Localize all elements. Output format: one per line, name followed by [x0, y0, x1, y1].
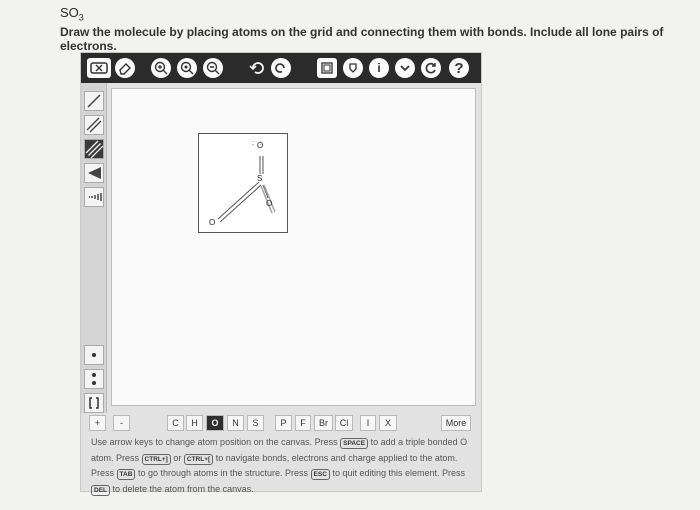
zoom-out-icon	[206, 61, 220, 75]
redo-button[interactable]	[271, 58, 291, 78]
info-button[interactable]: i	[369, 58, 389, 78]
redo-icon	[275, 63, 285, 73]
zoom-in-icon	[180, 61, 194, 75]
single-bond-tool[interactable]	[84, 91, 104, 111]
clear-canvas-button[interactable]	[87, 58, 111, 78]
view-icon	[349, 63, 357, 73]
molecule-selection-box[interactable]: : : O S O O	[198, 133, 288, 233]
molecule-editor: i ?:: O S O O + - C H O N S P F Br Cl …	[80, 52, 482, 496]
atom-top-oxygen[interactable]: O	[257, 141, 263, 150]
question-instructions: Draw the molecule by placing atoms on th…	[60, 25, 664, 53]
chevron-down-icon	[400, 65, 410, 72]
templates-icon	[321, 62, 333, 74]
key-space: SPACE	[340, 438, 369, 449]
bracket-tool[interactable]	[84, 393, 104, 413]
key-ctrl-left-bracket: CTRL+[	[183, 453, 214, 465]
element-br-button[interactable]: Br	[314, 415, 333, 431]
key-ctrl-right-bracket: CTRL+]	[141, 453, 171, 465]
check-button[interactable]	[395, 58, 415, 78]
help-text-6: to quit editing this element. Press	[332, 468, 466, 478]
zoom-out-button[interactable]	[203, 58, 223, 78]
templates-button[interactable]	[317, 58, 337, 78]
help-text-1: Use arrow keys to change atom position o…	[91, 437, 338, 447]
clear-canvas-icon	[90, 62, 108, 74]
key-esc: ESC	[310, 469, 330, 480]
element-i-button[interactable]: I	[360, 415, 376, 431]
element-h-button[interactable]: H	[186, 415, 203, 431]
formula-base: SO	[60, 5, 79, 20]
element-cl-button[interactable]: Cl	[335, 415, 353, 431]
lone-pair-tool[interactable]	[84, 369, 104, 389]
lone-pair-icon	[92, 373, 96, 385]
editor-toolbar: i ?	[81, 53, 481, 83]
more-elements-button[interactable]: More	[441, 415, 471, 431]
element-bar: + - C H O N S P F Br Cl I X More	[89, 415, 477, 433]
reset-icon	[425, 62, 436, 74]
reset-button[interactable]	[421, 58, 441, 78]
drawing-canvas[interactable]: : : O S O O	[111, 88, 476, 406]
hash-bond-icon	[89, 193, 102, 201]
wedge-bond-tool[interactable]	[84, 163, 104, 183]
atom-sulfur[interactable]: S	[257, 174, 262, 183]
help-text-7: to delete the atom from the canvas.	[112, 483, 254, 494]
double-bond-icon	[86, 117, 102, 133]
key-tab: TAB	[116, 469, 136, 480]
hash-bond-tool[interactable]	[84, 187, 104, 207]
negative-charge-button[interactable]: -	[113, 415, 130, 431]
zoom-fit-button[interactable]	[151, 58, 171, 78]
element-s-button[interactable]: S	[247, 415, 264, 431]
help-text-3: or	[173, 452, 182, 463]
single-electron-tool[interactable]	[84, 345, 104, 365]
bond-tools-panel	[81, 83, 107, 413]
undo-icon	[249, 62, 264, 74]
element-o-button[interactable]: O	[206, 415, 224, 431]
single-bond-icon	[87, 94, 101, 108]
help-text-5: to go through atoms in the structure. Pr…	[137, 468, 309, 478]
keyboard-help-text: Use arrow keys to change atom position o…	[91, 435, 471, 497]
element-x-button[interactable]: X	[379, 415, 397, 431]
zoom-fit-icon	[154, 61, 168, 75]
view-button[interactable]	[343, 58, 363, 78]
formula-subscript: 3	[78, 12, 84, 23]
atom-left-oxygen[interactable]: O	[209, 218, 215, 227]
triple-bond-tool[interactable]	[84, 139, 104, 159]
bracket-icon	[89, 397, 99, 409]
atom-right-oxygen[interactable]: O	[266, 199, 272, 208]
element-f-button[interactable]: F	[295, 415, 311, 431]
eraser-button[interactable]	[115, 58, 135, 78]
key-del: DEL	[91, 484, 110, 496]
wedge-bond-icon	[88, 167, 101, 179]
undo-button[interactable]	[247, 58, 267, 78]
double-bond-tool[interactable]	[84, 115, 104, 135]
triple-bond-icon	[85, 140, 103, 158]
positive-charge-button[interactable]: +	[89, 415, 106, 431]
help-button[interactable]: ?	[449, 58, 469, 78]
element-n-button[interactable]: N	[227, 415, 244, 431]
zoom-in-button[interactable]	[177, 58, 197, 78]
element-c-button[interactable]: C	[167, 415, 184, 431]
element-p-button[interactable]: P	[275, 415, 292, 431]
eraser-icon	[119, 63, 131, 75]
molecule-formula: SO3	[60, 5, 84, 23]
single-electron-icon	[92, 353, 96, 357]
